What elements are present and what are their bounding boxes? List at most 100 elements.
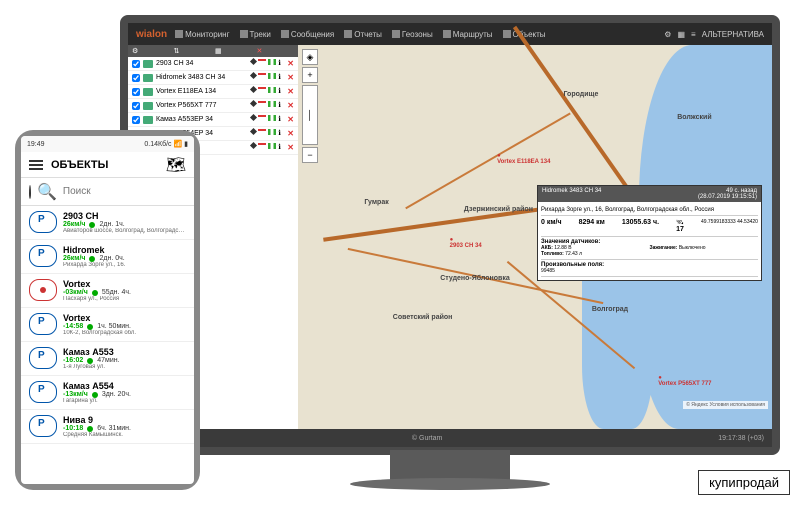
unit-meta: 26км/ч 2дн. 1ч. bbox=[63, 221, 186, 228]
account-label[interactable]: АЛЬТЕРНАТИВА bbox=[702, 30, 764, 39]
signal-icon bbox=[268, 101, 276, 107]
zoom-in-button[interactable]: + bbox=[302, 67, 318, 83]
unit-row[interactable]: Vortex P565XT 777 ℹ ✕ bbox=[128, 99, 298, 113]
unit-checkbox[interactable] bbox=[132, 88, 140, 96]
nav-item[interactable]: Отчеты bbox=[344, 30, 382, 39]
sort-icon[interactable]: ⇅ bbox=[174, 47, 212, 55]
tool-icon[interactable]: ▦ bbox=[677, 30, 685, 39]
info-icon[interactable]: ℹ bbox=[278, 73, 285, 80]
main-nav: Мониторинг Треки Сообщения Отчеты Геозоны Мар… bbox=[175, 30, 656, 39]
locate-icon[interactable] bbox=[250, 128, 257, 135]
unit-meta: -14:58 1ч. 50мин. bbox=[63, 323, 186, 330]
vehicle-icon bbox=[143, 116, 153, 124]
info-icon[interactable]: ℹ bbox=[278, 87, 285, 94]
zoom-slider[interactable]: │ bbox=[302, 85, 318, 145]
eye-icon[interactable] bbox=[29, 185, 31, 199]
phone-unit-item[interactable]: Камаз А554 -13км/ч 3дн. 20ч. Гагарина ул… bbox=[21, 376, 194, 410]
tool-icon[interactable]: ⚙ bbox=[664, 30, 671, 39]
vehicle-marker[interactable]: ●Vortex E118EA 134 bbox=[497, 153, 550, 165]
signal-icon bbox=[268, 59, 276, 65]
watermark: купипродай bbox=[698, 470, 790, 495]
remove-icon[interactable]: ✕ bbox=[287, 129, 294, 138]
vehicle-icon bbox=[143, 60, 153, 68]
info-icon[interactable]: ℹ bbox=[278, 101, 285, 108]
locate-icon[interactable] bbox=[250, 100, 257, 107]
unit-row[interactable]: Hidromek 3483 CH 34 ℹ ✕ bbox=[128, 71, 298, 85]
unit-checkbox[interactable] bbox=[132, 116, 140, 124]
unit-checkbox[interactable] bbox=[132, 60, 140, 68]
info-icon[interactable]: ℹ bbox=[278, 59, 285, 66]
tool-icon[interactable]: ≡ bbox=[691, 30, 696, 39]
info-mileage: 8294 км bbox=[579, 219, 605, 233]
locate-icon[interactable] bbox=[250, 114, 257, 121]
info-icon[interactable]: ℹ bbox=[278, 129, 285, 136]
phone-title: ОБЪЕКТЫ bbox=[51, 159, 158, 171]
hide-icon[interactable] bbox=[258, 59, 266, 61]
filter-icon[interactable]: ⚙ bbox=[132, 47, 170, 55]
vehicle-marker[interactable]: ●Vortex P565XT 777 bbox=[658, 375, 711, 387]
unit-name: 2903 CH bbox=[63, 211, 186, 221]
map-canvas[interactable]: ◈ + │ − ГородищеВолгоградДзержинский рай… bbox=[298, 45, 772, 429]
hide-icon[interactable] bbox=[258, 143, 266, 145]
unit-checkbox[interactable] bbox=[132, 102, 140, 110]
nav-item[interactable]: Маршруты bbox=[443, 30, 493, 39]
close-all-icon[interactable]: ✕ bbox=[257, 47, 295, 55]
unit-meta: -03км/ч 55дн. 4ч. bbox=[63, 289, 186, 296]
hide-icon[interactable] bbox=[258, 87, 266, 89]
unit-name: Камаз A553EP 34 bbox=[156, 116, 248, 123]
desktop-monitor: wialon МониторингТрекиСообщенияОтчетыГео… bbox=[120, 15, 780, 455]
locate-icon[interactable] bbox=[250, 58, 257, 65]
info-icon[interactable]: ℹ bbox=[278, 143, 285, 150]
phone-net: 0.14Кб/с bbox=[144, 141, 171, 148]
unit-name: 2903 CH 34 bbox=[156, 60, 248, 67]
battery-icon: ▮ bbox=[184, 141, 188, 148]
vehicle-icon bbox=[29, 415, 57, 437]
map-icon[interactable]: 🗺 bbox=[166, 155, 186, 175]
phone-unit-item[interactable]: Vortex -14:58 1ч. 50мин. 10К-2, Волгогра… bbox=[21, 308, 194, 342]
map-attribution: © Яндекс Условия использования bbox=[683, 401, 768, 409]
vehicle-icon bbox=[29, 313, 57, 335]
vehicle-marker[interactable]: ●2903 CH 34 bbox=[450, 237, 482, 249]
phone-screen: 19:49 0.14Кб/с 📶 ▮ ОБЪЕКТЫ 🗺 🔍 ⇅ 2903 CH… bbox=[21, 136, 194, 484]
phone-unit-item[interactable]: Нива 9 -10:18 6ч. 31мин. Средняя Камышин… bbox=[21, 410, 194, 444]
locate-icon[interactable] bbox=[250, 72, 257, 79]
layer-button[interactable]: ◈ bbox=[302, 49, 318, 65]
remove-icon[interactable]: ✕ bbox=[287, 143, 294, 152]
remove-icon[interactable]: ✕ bbox=[287, 101, 294, 110]
info-icon[interactable]: ℹ bbox=[278, 115, 285, 122]
phone-unit-item[interactable]: 2903 CH 26км/ч 2дн. 1ч. Авиаторов шоссе,… bbox=[21, 206, 194, 240]
search-input[interactable] bbox=[63, 186, 194, 197]
remove-icon[interactable]: ✕ bbox=[287, 59, 294, 68]
phone-unit-item[interactable]: Hidromek 26км/ч 2дн. 0ч. Рихарда Зорге у… bbox=[21, 240, 194, 274]
nav-item[interactable]: Сообщения bbox=[281, 30, 334, 39]
unit-meta: -13км/ч 3дн. 20ч. bbox=[63, 391, 186, 398]
nav-item[interactable]: Мониторинг bbox=[175, 30, 229, 39]
menu-icon[interactable] bbox=[29, 160, 43, 170]
nav-item[interactable]: Треки bbox=[240, 30, 271, 39]
phone-unit-list[interactable]: 2903 CH 26км/ч 2дн. 1ч. Авиаторов шоссе,… bbox=[21, 206, 194, 484]
remove-icon[interactable]: ✕ bbox=[287, 87, 294, 96]
locate-icon[interactable] bbox=[250, 142, 257, 149]
remove-icon[interactable]: ✕ bbox=[287, 73, 294, 82]
map-label: Городище bbox=[563, 91, 598, 98]
unit-name: Камаз А554 bbox=[63, 381, 186, 391]
hide-icon[interactable] bbox=[258, 129, 266, 131]
unit-row[interactable]: 2903 CH 34 ℹ ✕ bbox=[128, 57, 298, 71]
map-label: Студено-Яблоновка bbox=[440, 275, 510, 282]
phone-unit-item[interactable]: Vortex -03км/ч 55дн. 4ч. Пасхаря ул., Ро… bbox=[21, 274, 194, 308]
unit-address: Пасхаря ул., Россия bbox=[63, 296, 186, 302]
hide-icon[interactable] bbox=[258, 73, 266, 75]
app-window: wialon МониторингТрекиСообщенияОтчетыГео… bbox=[128, 23, 772, 447]
unit-row[interactable]: Vortex E118EA 134 ℹ ✕ bbox=[128, 85, 298, 99]
hide-icon[interactable] bbox=[258, 115, 266, 117]
unit-checkbox[interactable] bbox=[132, 74, 140, 82]
hide-icon[interactable] bbox=[258, 101, 266, 103]
unit-row[interactable]: Камаз A553EP 34 ℹ ✕ bbox=[128, 113, 298, 127]
unit-name: Hidromek bbox=[63, 245, 186, 255]
locate-icon[interactable] bbox=[250, 86, 257, 93]
remove-icon[interactable]: ✕ bbox=[287, 115, 294, 124]
zoom-out-button[interactable]: − bbox=[302, 147, 318, 163]
phone-unit-item[interactable]: Камаз А553 -16:02 47мин. 1-я Луговая ул. bbox=[21, 342, 194, 376]
nav-item[interactable]: Геозоны bbox=[392, 30, 433, 39]
columns-icon[interactable]: ▦ bbox=[215, 47, 253, 55]
